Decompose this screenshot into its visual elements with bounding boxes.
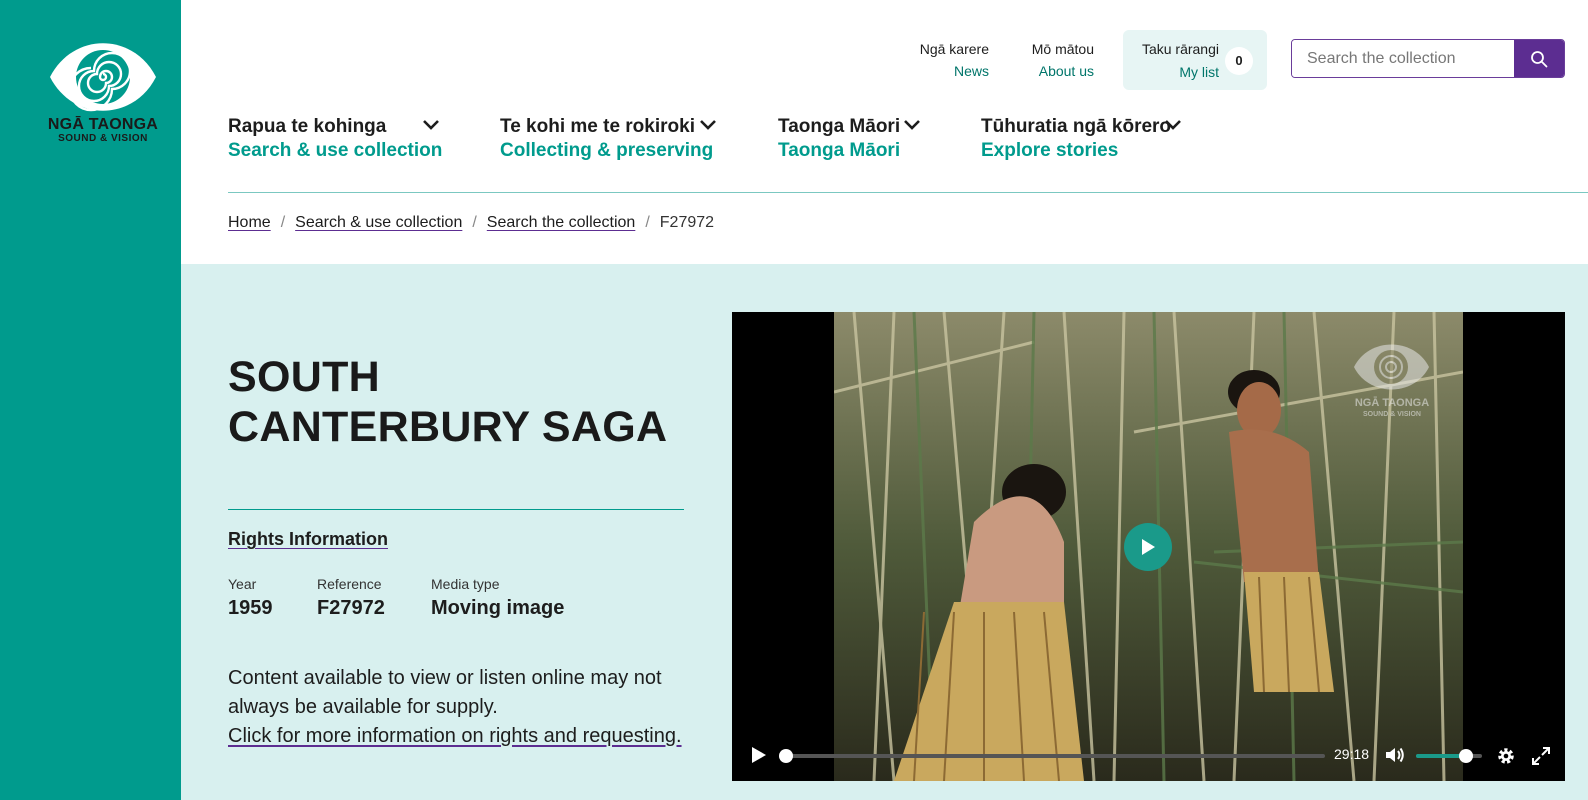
chevron-down-icon[interactable] [903, 119, 921, 131]
breadcrumb-home[interactable]: Home [228, 212, 271, 234]
main-nav-item-en: Search & use collection [228, 140, 443, 161]
main-nav-explore-stories[interactable]: Tūhuratia ngā kōrero Explore stories [981, 115, 1186, 165]
duration-label: 29:18 [1334, 746, 1370, 762]
main-nav-item-en: Taonga Māori [778, 140, 901, 161]
breadcrumb-separator: / [645, 214, 650, 231]
fullscreen-icon[interactable] [1531, 746, 1551, 766]
breadcrumb-current: F27972 [659, 214, 715, 231]
availability-notice-text: Content available to view or listen onli… [228, 667, 662, 718]
logo-wordmark: NGĀ TAONGA [47, 116, 159, 133]
settings-gear-icon[interactable] [1496, 746, 1516, 766]
utility-link-news[interactable]: Ngā karere News [905, 38, 989, 82]
meta-media-type-value: Moving image [431, 597, 565, 619]
meta-reference: Reference F27972 [317, 575, 385, 623]
meta-media-type: Media type Moving image [431, 575, 564, 623]
my-list-button[interactable]: Taku rārangi My list 0 [1123, 30, 1267, 90]
utility-link-news-en: News [953, 63, 989, 79]
main-nav-item-mi: Tūhuratia ngā kōrero [981, 116, 1172, 137]
search-form [1291, 39, 1565, 78]
meta-year: Year 1959 [228, 575, 273, 623]
rights-requesting-link[interactable]: Click for more information on rights and… [228, 722, 688, 751]
my-list-en: My list [1179, 64, 1219, 80]
breadcrumb-separator: / [280, 214, 286, 231]
main-nav-item-mi: Te kohi me te rokiroki [500, 116, 695, 137]
chevron-down-icon[interactable] [422, 119, 440, 131]
my-list-count-badge: 0 [1225, 47, 1253, 75]
search-icon [1531, 50, 1548, 67]
main-nav-item-mi: Rapua te kohinga [228, 116, 387, 137]
title-divider [228, 509, 684, 510]
my-list-mi: Taku rārangi [1141, 41, 1219, 57]
meta-media-type-label: Media type [431, 576, 500, 592]
utility-link-about[interactable]: Mō mātou About us [1010, 38, 1094, 82]
rights-information-link[interactable]: Rights Information [228, 529, 388, 550]
meta-reference-value: F27972 [317, 597, 385, 619]
volume-slider[interactable] [1416, 749, 1482, 763]
volume-handle[interactable] [1458, 749, 1473, 763]
watermark-name: NGĀ TAONGA [1355, 397, 1429, 409]
play-icon [752, 747, 766, 763]
site-logo[interactable]: NGĀ TAONGA SOUND & VISION [28, 40, 178, 144]
main-nav-item-en: Explore stories [981, 140, 1119, 161]
main-nav-item-en: Collecting & preserving [500, 140, 714, 161]
chevron-down-icon[interactable] [1164, 119, 1182, 131]
page-title: SOUTH CANTERBURY SAGA [228, 353, 668, 451]
nav-divider [228, 192, 1588, 193]
search-input[interactable] [1292, 40, 1515, 77]
main-nav-taonga-maori[interactable]: Taonga Māori Taonga Māori [778, 115, 923, 165]
player-controls: 29:18 [732, 735, 1565, 775]
utility-link-about-mi: Mō mātou [1031, 41, 1094, 57]
utility-link-about-en: About us [1038, 63, 1094, 79]
eye-spiral-logo-icon [50, 43, 156, 112]
logo-subtitle: SOUND & VISION [58, 133, 148, 144]
chevron-down-icon[interactable] [699, 119, 717, 131]
meta-year-value: 1959 [228, 597, 273, 619]
meta-reference-label: Reference [317, 576, 382, 592]
play-pause-button[interactable] [748, 745, 768, 765]
progress-handle[interactable] [779, 749, 793, 763]
progress-track[interactable] [779, 749, 1325, 763]
main-nav-search-use[interactable]: Rapua te kohinga Search & use collection [228, 115, 443, 165]
utility-link-news-mi: Ngā karere [919, 41, 989, 57]
big-play-button[interactable] [1124, 523, 1172, 571]
play-icon [1142, 539, 1155, 555]
breadcrumb-separator: / [472, 214, 477, 231]
breadcrumb-search-collection[interactable]: Search the collection [487, 212, 636, 234]
main-nav-item-mi: Taonga Māori [778, 116, 901, 137]
availability-notice: Content available to view or listen onli… [228, 664, 688, 751]
volume-icon[interactable] [1384, 746, 1406, 764]
breadcrumb: Home / Search & use collection / Search … [228, 212, 714, 234]
search-button[interactable] [1514, 40, 1564, 77]
breadcrumb-search-use[interactable]: Search & use collection [295, 212, 462, 234]
meta-year-label: Year [228, 576, 257, 592]
watermark-subtitle: SOUND & VISION [1363, 411, 1421, 418]
main-nav-collecting[interactable]: Te kohi me te rokiroki Collecting & pres… [500, 115, 720, 165]
sidebar: NGĀ TAONGA SOUND & VISION [0, 0, 181, 800]
